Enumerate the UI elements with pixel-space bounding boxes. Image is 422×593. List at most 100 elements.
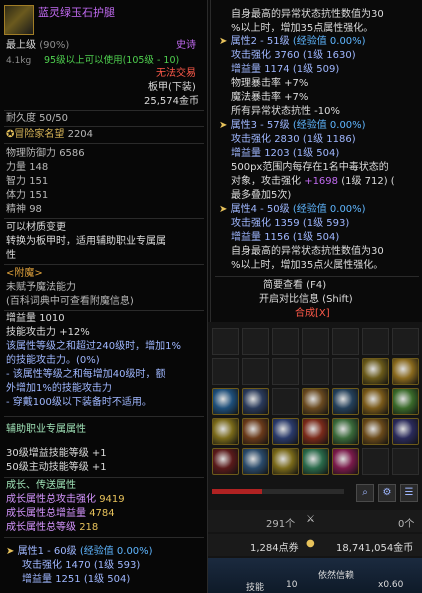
stat-spr: 精神 98 [6,204,42,216]
amp: 增益量 1010 [6,313,65,325]
skill-atk-label: 技能攻击力 [6,327,56,338]
notice-text: 依然信赖 [318,571,355,581]
count-1: 291个 [266,519,296,530]
attr4-arrow-icon: ➤ [219,204,228,215]
inventory-item[interactable] [212,418,239,445]
phys-crit: 物理暴击率 +7% [231,78,309,89]
inventory-slot[interactable] [242,328,269,355]
top-desc-2: %以上时，增加35点属性强化。 [231,23,374,34]
compare-toggle-link[interactable]: 开启对比信息 (Shift) [259,294,353,306]
inventory-item[interactable] [362,388,389,415]
inventory-item[interactable] [392,418,419,445]
inventory-item[interactable] [302,418,329,445]
inventory-slot[interactable] [212,328,239,355]
inventory-item[interactable] [242,448,269,475]
gold-icon: ● [306,538,315,549]
attr4-amp-extra: (1级 504) [292,232,340,243]
bottom-desc-2: %以上时，增加35点火属性强化。 [231,260,384,271]
list-view-button[interactable]: ☰ [400,484,418,502]
search-icon: ⌕ [362,487,368,498]
desc-line: 的技能攻击力。(0%) [6,355,100,366]
settings-button[interactable]: ⚙ [378,484,396,502]
growth-atk: 成长属性总攻击强化 9419 [6,494,125,506]
growth-amp: 成长属性总增益量 4784 [6,508,115,520]
poison-desc-3: 最多叠加5次) [231,190,292,201]
attr1-exp: (经验值 0.00%) [79,546,153,557]
inventory-slot[interactable] [302,328,329,355]
inventory-slot[interactable] [242,358,269,385]
skill-atk-value: +12% [59,327,90,338]
gold-amount: 18,741,054金币 [336,543,414,554]
inventory-slot[interactable] [212,358,239,385]
inventory-item[interactable] [272,418,299,445]
list-icon: ☰ [404,487,414,498]
counter-row: 291个 ⚔ 0个 [208,510,422,532]
growth-value: 218 [79,522,99,533]
inventory-slot[interactable] [332,358,359,385]
attr2-amp: 增益量 1174 (1级 509) [231,64,339,76]
growth-label: 成长属性总增益量 [6,508,86,519]
skill-label: 技能 [246,583,265,593]
enchant-title: <附魔> [6,268,43,279]
skill-number: 10 [286,580,298,590]
inventory-slot[interactable] [392,328,419,355]
inventory-slot[interactable] [272,388,299,415]
inventory-item[interactable] [362,358,389,385]
simple-view-link[interactable]: 简要查看 (F4) [263,280,326,292]
inventory-item[interactable] [362,418,389,445]
inventory-item[interactable] [332,418,359,445]
attr2-exp: (经验值 0.00%) [292,36,366,47]
material-note: 转换为板甲时，适用辅助职业专属属 [6,236,166,247]
inventory-slot[interactable] [302,358,329,385]
attr2-atk-extra: (1级 1630) [302,50,356,61]
amp-value: 1010 [39,313,65,324]
inventory-item[interactable] [272,448,299,475]
attr4-atk: 攻击强化 1359 (1级 593) [231,218,349,230]
attr4-title: ➤ 属性4 - 50级 (经验值 0.00%) [219,204,366,216]
inventory-slot[interactable] [272,358,299,385]
synthesize-link[interactable]: 合成[X] [295,308,330,320]
attr1-atk-extra: (1级 593) [93,560,141,571]
attr4-label: 属性4 - 50级 [230,204,290,215]
inventory-item[interactable] [392,388,419,415]
inventory-item[interactable] [332,388,359,415]
attr4-amp-value: 1156 [264,232,290,243]
inventory-slot[interactable] [272,328,299,355]
inventory-item[interactable] [332,448,359,475]
attr1-amp-value: 1251 [55,574,81,585]
inventory-item[interactable] [212,448,239,475]
inventory-item[interactable] [212,388,239,415]
poison-value: +1698 [304,176,339,187]
attr4-exp: (经验值 0.00%) [292,204,366,215]
mag-crit: 魔法暴击率 +7% [231,92,309,103]
item-name: 蓝灵绿玉石护腿 [38,6,115,19]
attr3-amp: 增益量 1203 (1级 504) [231,148,339,160]
desc-line: 外增加1%的技能攻击力 [6,383,112,394]
count-2: 0个 [398,519,415,530]
inventory-slot[interactable] [362,328,389,355]
inventory-item[interactable] [242,418,269,445]
desc-line: - 穿戴100级以下装备时不适用。 [6,397,152,408]
level-requirement: 95级以上可以使用(105级 - 10) [44,55,180,66]
search-button[interactable]: ⌕ [356,484,374,502]
enchant-status: 未赋予魔法能力 [6,282,76,293]
inventory-slot[interactable] [362,448,389,475]
inventory-item[interactable] [302,448,329,475]
inventory-item[interactable] [392,358,419,385]
stat-name: 体力 [6,190,26,201]
stat-name: 物理防御力 [6,148,56,159]
stat-value: 151 [29,190,49,201]
inventory-item[interactable] [242,388,269,415]
growth-level: 成长属性总等级 218 [6,522,98,534]
desc-line: - 该属性等级之和每增加40级时，额 [6,369,166,380]
inventory-slot[interactable] [392,448,419,475]
inventory-item[interactable] [302,388,329,415]
item-icon [4,5,34,35]
attr3-label: 属性3 - 57级 [230,120,290,131]
growth-title: 成长、传送属性 [6,480,76,491]
exp-bar [212,489,344,494]
inventory-slot[interactable] [332,328,359,355]
attr3-arrow-icon: ➤ [219,120,228,131]
attr3-exp: (经验值 0.00%) [292,120,366,131]
attr3-atk-extra: (1级 1186) [302,134,356,145]
